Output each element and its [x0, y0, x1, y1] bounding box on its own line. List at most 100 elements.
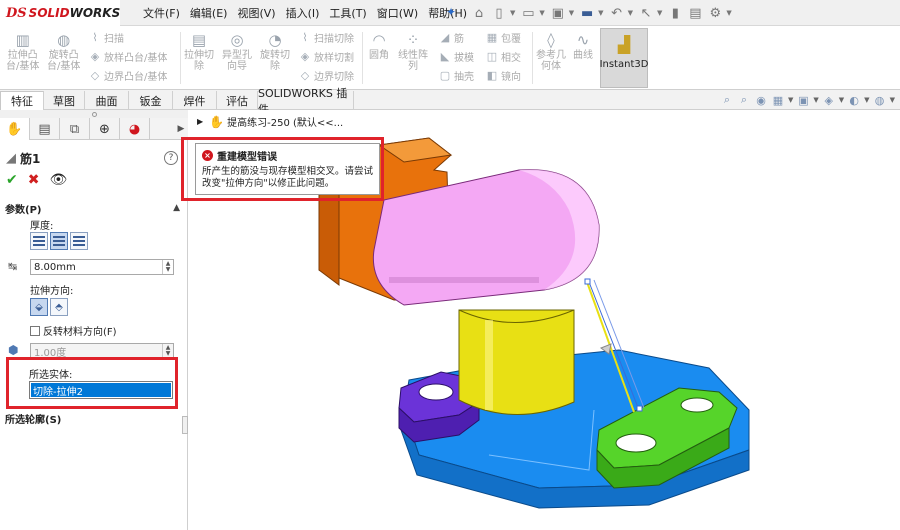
draft-toggle-icon[interactable]: ⬢ [8, 343, 18, 357]
previous-view-icon[interactable]: ◉ [754, 93, 768, 107]
extrude-cut-button[interactable]: ▤ 拉伸切 除 [184, 30, 214, 72]
file-properties-icon[interactable]: ▤ [686, 4, 704, 22]
thickness-first-side-button[interactable] [30, 232, 48, 250]
intersect-button[interactable]: ◫ 相交 [485, 48, 521, 65]
tab-sheet-metal[interactable]: 钣金 [129, 91, 173, 110]
save-icon[interactable]: ▣ [549, 4, 567, 22]
chevron-down-icon[interactable]: ▼ [569, 9, 574, 17]
home-icon[interactable]: ⌂ [470, 4, 488, 22]
display-style-icon[interactable]: ◈ [822, 93, 836, 107]
loft-boss-button[interactable]: ◈ 放样凸台/基体 [88, 48, 168, 65]
configuration-manager-tab-icon[interactable]: ⧉ [60, 118, 90, 140]
parameters-section-header[interactable]: 参数(P) ▲ [0, 200, 188, 216]
error-x-icon: × [202, 150, 213, 161]
menu-tools[interactable]: 工具(T) [324, 5, 371, 21]
thickness-both-sides-button[interactable] [50, 232, 68, 250]
display-manager-tab-icon[interactable]: ◕ [120, 118, 150, 140]
menu-edit[interactable]: 编辑(E) [185, 5, 233, 21]
chevron-down-icon[interactable]: ▼ [726, 9, 731, 17]
feature-tree-breadcrumb[interactable]: ▶ ✋ 提高练习-250 (默认<<... [197, 114, 343, 130]
feature-manager-tab-icon[interactable]: ✋ [0, 118, 30, 140]
menu-view[interactable]: 视图(V) [232, 5, 280, 21]
chevron-down-icon[interactable]: ▼ [510, 9, 515, 17]
chevron-down-icon[interactable]: ▼ [890, 96, 895, 104]
mirror-button[interactable]: ◧ 镜向 [485, 67, 521, 84]
tab-surfaces[interactable]: 曲面 [85, 91, 129, 110]
property-manager-tab-icon[interactable]: ▤ [30, 118, 60, 140]
pin-icon[interactable]: ✦ [446, 5, 456, 19]
tab-features[interactable]: 特征 [0, 91, 44, 110]
action-buttons: ✔ ✖ 👁 [6, 172, 67, 188]
normal-to-sketch-button[interactable]: ⬘ [50, 298, 68, 316]
zoom-to-fit-icon[interactable]: ⌕ [720, 93, 734, 107]
solidworks-logo[interactable]: DS SOLIDWORKS [0, 0, 120, 26]
section-view-icon[interactable]: ▦ [771, 93, 785, 107]
revolve-boss-button[interactable]: ◍ 旋转凸 台/基体 [47, 30, 80, 72]
panel-resize-handle[interactable] [182, 416, 188, 434]
zoom-area-icon[interactable]: ⌕ [737, 93, 751, 107]
flip-material-checkbox[interactable] [30, 325, 40, 336]
linear-pattern-button[interactable]: ⁘ 线性阵 列 [398, 30, 428, 72]
hole-wizard-button[interactable]: ◎ 异型孔 向导 [222, 30, 252, 72]
tab-evaluate[interactable]: 评估 [217, 91, 258, 110]
tab-sketch[interactable]: 草图 [44, 91, 85, 110]
chevron-down-icon[interactable]: ▼ [839, 96, 844, 104]
wrap-button[interactable]: ▦ 包覆 [485, 29, 521, 46]
loft-cut-button[interactable]: ◈ 放样切割 [298, 48, 354, 65]
select-arrow-icon[interactable]: ↖ [637, 4, 655, 22]
undo-icon[interactable]: ↶ [608, 4, 626, 22]
boundary-cut-button[interactable]: ◇ 边界切除 [298, 67, 354, 84]
edit-appearance-icon[interactable]: ◍ [873, 93, 887, 107]
chevron-down-icon[interactable]: ▼ [813, 96, 818, 104]
chevron-down-icon[interactable]: ▼ [788, 96, 793, 104]
rebuild-icon[interactable]: ▮ [666, 4, 684, 22]
dimxpert-tab-icon[interactable]: ⊕ [90, 118, 120, 140]
sweep-button[interactable]: ⌇ 扫描 [88, 29, 124, 46]
shell-button[interactable]: ▢ 抽壳 [438, 67, 474, 84]
parallel-to-sketch-button[interactable]: ⬙ [30, 298, 48, 316]
selected-bodies-list[interactable]: 切除-拉伸2 [29, 381, 173, 399]
chevron-down-icon[interactable]: ▼ [657, 9, 662, 17]
selected-contours-header[interactable]: 所选轮廓(S) [0, 410, 188, 426]
hide-show-items-icon[interactable]: ◐ [847, 93, 861, 107]
rib-button[interactable]: ◢ 筋 [438, 29, 464, 46]
selected-body-item[interactable]: 切除-拉伸2 [31, 383, 171, 398]
reference-geometry-button[interactable]: ◊ 参考几 何体 [536, 30, 566, 72]
collapse-chevron-icon[interactable]: ▲ [173, 203, 180, 213]
sweep-cut-button[interactable]: ⌇ 扫描切除 [298, 29, 354, 46]
rib-label: 筋 [454, 34, 464, 45]
draft-button[interactable]: ◣ 拔模 [438, 48, 474, 65]
tab-weldments[interactable]: 焊件 [173, 91, 217, 110]
rebuild-error-tooltip: × 重建模型错误 所产生的筋没与现存模型相交叉。请尝试改变"拉伸方向"以修正此问… [195, 143, 380, 195]
ok-check-icon[interactable]: ✔ [6, 172, 18, 188]
detailed-preview-eye-icon[interactable]: 👁 [49, 172, 67, 188]
menu-window[interactable]: 窗口(W) [372, 5, 423, 21]
chevron-down-icon[interactable]: ▼ [628, 9, 633, 17]
chevron-down-icon[interactable]: ▼ [539, 9, 544, 17]
print-icon[interactable]: ▬ [578, 4, 596, 22]
more-tabs-chevron-icon[interactable]: ▶ [174, 118, 188, 139]
open-folder-icon[interactable]: ▭ [519, 4, 537, 22]
panel-grip-handle[interactable] [0, 110, 188, 118]
extrude-boss-button[interactable]: ▥ 拉伸凸 台/基体 [6, 30, 39, 72]
options-gear-icon[interactable]: ⚙ [706, 4, 724, 22]
curves-button[interactable]: ∿ 曲线 [572, 30, 594, 61]
flip-material-side-row[interactable]: 反转材料方向(F) [30, 323, 117, 338]
chevron-down-icon[interactable]: ▼ [598, 9, 603, 17]
revolve-cut-button[interactable]: ◔ 旋转切 除 [260, 30, 290, 72]
thickness-second-side-button[interactable] [70, 232, 88, 250]
fillet-button[interactable]: ◠ 圆角 [368, 30, 390, 61]
instant3d-button[interactable]: ▟ Instant3D [600, 28, 648, 88]
expand-arrow-icon[interactable]: ▶ [197, 117, 203, 126]
chevron-down-icon[interactable]: ▼ [864, 96, 869, 104]
thickness-input[interactable]: 8.00mm ▲ ▼ [30, 259, 174, 275]
menu-insert[interactable]: 插入(I) [281, 5, 325, 21]
menu-file[interactable]: 文件(F) [138, 5, 185, 21]
boundary-boss-button[interactable]: ◇ 边界凸台/基体 [88, 67, 168, 84]
cancel-x-icon[interactable]: ✖ [28, 172, 40, 188]
help-icon[interactable]: ? [164, 151, 178, 165]
spinner-arrows-icon[interactable]: ▲ ▼ [162, 260, 173, 274]
tab-solidworks-addins[interactable]: SOLIDWORKS 插件 [258, 87, 354, 116]
view-orientation-icon[interactable]: ▣ [796, 93, 810, 107]
new-document-icon[interactable]: ▯ [490, 4, 508, 22]
